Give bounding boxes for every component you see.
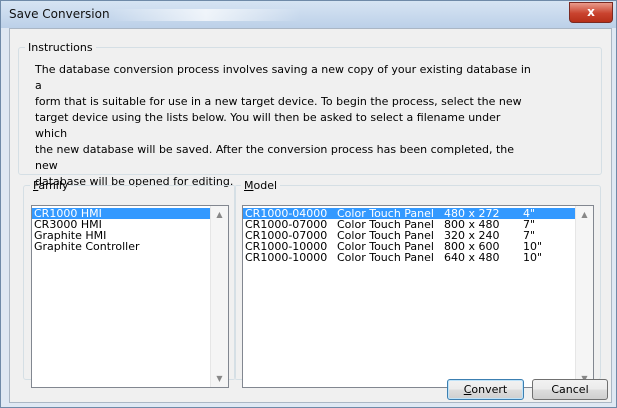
family-item[interactable]: Graphite Controller [32, 241, 211, 252]
model-list-items: CR1000-04000 Color Touch Panel 480 x 272 4"… [243, 208, 576, 263]
title-bar-glass-reflection [111, 9, 301, 21]
model-part-number: CR1000-10000 [245, 251, 328, 264]
instructions-line: the new database will be saved. After th… [35, 143, 515, 172]
instructions-line: form that is suitable for use in a new t… [35, 95, 522, 108]
model-group: Model CR1000-04000 Color Touch Panel 480 x… [234, 179, 601, 388]
family-legend-rest: amily [38, 179, 69, 192]
family-listbox[interactable]: CR1000 HMI CR3000 HMI Graphite HMI Graph… [31, 205, 229, 388]
family-group: Family CR1000 HMI CR3000 HMI Graphite HM… [23, 179, 236, 388]
model-legend: Model [241, 179, 280, 192]
family-list-items: CR1000 HMI CR3000 HMI Graphite HMI Graph… [32, 208, 211, 252]
model-listbox[interactable]: CR1000-04000 Color Touch Panel 480 x 272 4"… [242, 205, 594, 388]
cancel-button[interactable]: Cancel [532, 379, 608, 400]
instructions-line: The database conversion process involves… [35, 63, 531, 92]
title-bar[interactable]: Save Conversion x [1, 1, 616, 28]
convert-label-rest: onvert [471, 383, 508, 396]
instructions-line: target device using the lists below. You… [35, 111, 501, 140]
model-row[interactable]: CR1000-10000 Color Touch Panel 640 x 480 10… [243, 252, 576, 263]
save-conversion-dialog: Save Conversion x Instructions The datab… [0, 0, 617, 408]
instructions-legend: Instructions [28, 41, 93, 54]
family-legend: Family [30, 179, 71, 192]
family-scrollbar[interactable]: ▲ ▼ [210, 206, 228, 387]
instructions-text: The database conversion process involves… [35, 62, 535, 190]
convert-button[interactable]: Convert [447, 379, 524, 400]
scroll-down-arrow-icon[interactable]: ▼ [211, 370, 228, 387]
model-display-type: Color Touch Panel [337, 251, 434, 264]
model-scrollbar[interactable]: ▲ ▼ [575, 206, 593, 387]
window-title: Save Conversion [9, 7, 110, 21]
scroll-up-arrow-icon[interactable]: ▲ [211, 206, 228, 223]
model-screen-size: 10" [523, 251, 543, 264]
close-button[interactable]: x [569, 2, 613, 23]
model-resolution: 640 x 480 [444, 251, 500, 264]
model-legend-rest: odel [253, 179, 278, 192]
model-legend-mnemonic: M [244, 179, 254, 192]
scroll-up-arrow-icon[interactable]: ▲ [576, 206, 593, 223]
dialog-client-area: Instructions The database conversion pro… [9, 28, 612, 403]
instructions-group: Instructions The database conversion pro… [18, 41, 602, 188]
